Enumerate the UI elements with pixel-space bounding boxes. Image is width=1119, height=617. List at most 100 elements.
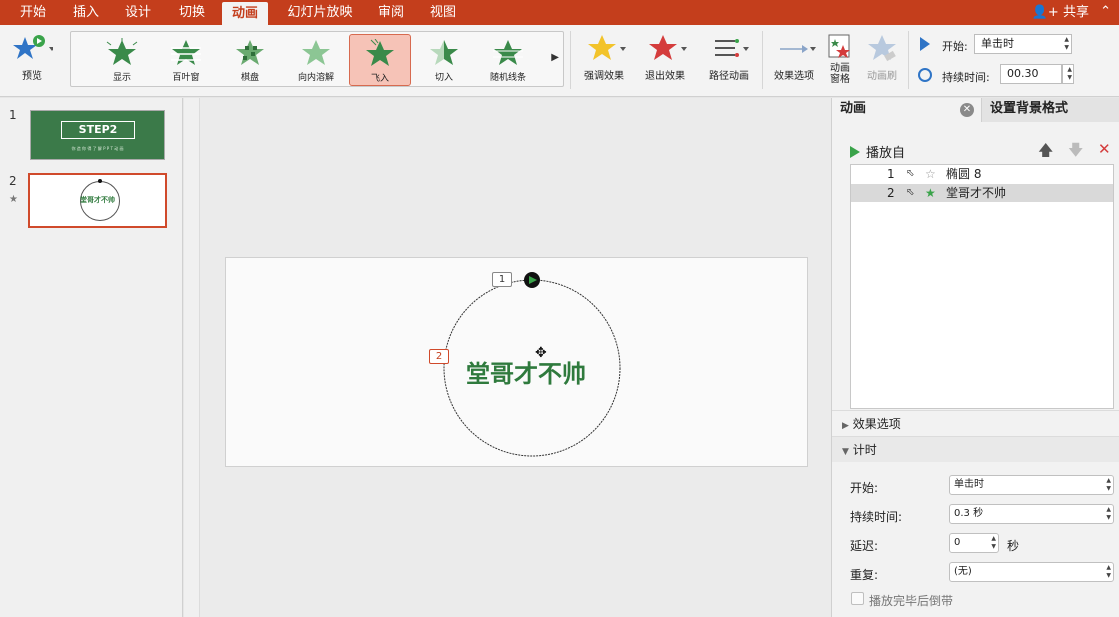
fly-in-star-icon: ★ bbox=[925, 186, 936, 200]
gallery-item-fly-in[interactable]: 飞入 bbox=[349, 34, 411, 86]
slide-thumbnails: 1 STEP2 你 造 你 得 了 解 P P T 动 画 2 ★ 堂哥才不帅 bbox=[0, 98, 183, 617]
animation-gallery: 显示 百叶窗 棋盘 向内溶解 飞入 切入 随机线条 ▶ bbox=[70, 31, 564, 87]
move-down-icon[interactable]: 🡇 bbox=[1068, 140, 1083, 165]
delete-icon[interactable]: ✕ bbox=[1098, 140, 1111, 158]
emphasis-effects-button[interactable]: 强调效果 bbox=[576, 31, 632, 82]
click-cursor-icon: ⬁ bbox=[906, 168, 915, 179]
editor-left-strip bbox=[184, 98, 200, 617]
tab-home[interactable]: 开始 bbox=[8, 0, 58, 25]
animation-pane: 动画 ✕ 设置背景格式 播放自 🡅 🡇 ✕ 1 ⬁ ☆ 椭圆 8 2 ⬁ ★ 堂… bbox=[831, 98, 1119, 617]
play-trigger-icon bbox=[920, 37, 930, 51]
play-icon bbox=[850, 146, 860, 158]
rewind-label: 播放完毕后倒带 bbox=[869, 594, 954, 608]
pane-tab-background-format[interactable]: 设置背景格式 bbox=[981, 98, 1119, 122]
add-person-icon: 👤+ bbox=[1031, 5, 1059, 20]
thumb-number: 1 bbox=[9, 108, 17, 122]
gallery-more-arrow-icon[interactable]: ▶ bbox=[551, 52, 559, 63]
slide-canvas[interactable]: 1 2 堂哥才不帅 ✥ bbox=[225, 257, 808, 467]
appear-star-icon: ☆ bbox=[925, 167, 936, 181]
gallery-item-blinds[interactable]: 百叶窗 bbox=[155, 34, 217, 86]
appear-star-icon bbox=[106, 38, 138, 65]
start-select[interactable]: 单击时 ▲ ▼ bbox=[949, 475, 1114, 495]
rewind-checkbox[interactable] bbox=[851, 592, 864, 605]
thumb-title: STEP2 bbox=[61, 121, 135, 139]
ribbon-separator bbox=[762, 31, 763, 89]
preview-button[interactable]: 预览 bbox=[6, 31, 58, 82]
gallery-item-peek-in[interactable]: 切入 bbox=[413, 34, 475, 86]
preview-star-icon bbox=[6, 31, 58, 67]
gallery-item-random-bars[interactable]: 随机线条 bbox=[477, 34, 539, 86]
tab-view[interactable]: 视图 bbox=[420, 0, 466, 25]
ribbon: 预览 显示 百叶窗 棋盘 向内溶解 飞入 切入 随机线条 ▶ 强调效果 退出效果… bbox=[0, 25, 1119, 97]
ribbon-start-select[interactable]: 单击时 ▲ ▼ bbox=[974, 34, 1072, 54]
click-cursor-icon: ⬁ bbox=[906, 187, 915, 198]
blinds-star-icon bbox=[171, 40, 201, 65]
checkerboard-star-icon bbox=[236, 40, 264, 65]
tab-transitions[interactable]: 切换 bbox=[166, 0, 218, 25]
animation-tag-2[interactable]: 2 bbox=[429, 349, 449, 364]
clock-icon bbox=[918, 68, 932, 82]
delay-unit: 秒 bbox=[1007, 539, 1020, 553]
delay-input[interactable]: 0 ▲ ▼ bbox=[949, 533, 999, 553]
animation-painter-icon bbox=[862, 31, 902, 67]
duration-select[interactable]: 0.3 秒 ▲ ▼ bbox=[949, 504, 1114, 524]
thumb-dot bbox=[98, 179, 102, 183]
ribbon-tab-bar: 开始 插入 设计 切换 动画 幻灯片放映 审阅 视图 👤+ 共享 ⌃ bbox=[0, 0, 1119, 25]
ribbon-duration-label: 持续时间: bbox=[942, 71, 990, 84]
slide-text-box[interactable]: 堂哥才不帅 bbox=[466, 354, 586, 389]
move-cursor-icon: ✥ bbox=[535, 345, 547, 361]
select-arrows-icon: ▲ ▼ bbox=[1106, 506, 1111, 521]
tab-review[interactable]: 审阅 bbox=[368, 0, 414, 25]
slide-editor: 1 2 堂哥才不帅 ✥ bbox=[184, 98, 831, 617]
effect-options-section[interactable]: ▶ 效果选项 bbox=[832, 410, 1119, 436]
select-arrows-icon: ▲ ▼ bbox=[1106, 477, 1111, 492]
start-label: 开始: bbox=[850, 481, 879, 495]
gallery-item-dissolve-in[interactable]: 向内溶解 bbox=[283, 34, 349, 86]
duration-label: 持续时间: bbox=[850, 510, 903, 524]
exit-star-icon bbox=[640, 31, 690, 67]
slide-thumbnail-2[interactable]: 堂哥才不帅 bbox=[28, 173, 167, 228]
exit-effects-button[interactable]: 退出效果 bbox=[640, 31, 690, 82]
ribbon-duration-input[interactable]: 00.30 bbox=[1000, 64, 1062, 84]
ribbon-start-label: 开始: bbox=[942, 40, 968, 53]
effect-options-button[interactable]: 效果选项 bbox=[768, 31, 820, 82]
select-arrows-icon: ▲ ▼ bbox=[1106, 564, 1111, 579]
motion-paths-button[interactable]: 路径动画 bbox=[704, 31, 754, 82]
collapse-ribbon-icon[interactable]: ⌃ bbox=[1100, 4, 1111, 19]
tab-slideshow[interactable]: 幻灯片放映 bbox=[280, 0, 360, 25]
animation-pane-button[interactable]: 动画 窗格 bbox=[822, 31, 858, 85]
timing-section[interactable]: ▼ 计时 bbox=[832, 436, 1119, 462]
share-label: 共享 bbox=[1062, 5, 1089, 20]
move-up-icon[interactable]: 🡅 bbox=[1038, 140, 1053, 165]
animation-tag-1[interactable]: 1 bbox=[492, 272, 512, 287]
ribbon-separator bbox=[908, 31, 909, 89]
arrow-right-icon bbox=[768, 31, 820, 67]
animation-pane-icon bbox=[822, 31, 858, 63]
animation-list: 1 ⬁ ☆ 椭圆 8 2 ⬁ ★ 堂哥才不帅 bbox=[850, 164, 1114, 409]
ribbon-separator bbox=[570, 31, 571, 89]
gallery-item-appear[interactable]: 显示 bbox=[91, 34, 153, 86]
close-icon[interactable]: ✕ bbox=[960, 103, 974, 117]
select-arrows-icon: ▲ ▼ bbox=[1064, 36, 1069, 51]
thumb-text: 堂哥才不帅 bbox=[80, 196, 115, 204]
pane-tab-animation[interactable]: 动画 ✕ bbox=[832, 98, 981, 122]
slide-thumbnail-1[interactable]: STEP2 你 造 你 得 了 解 P P T 动 画 bbox=[30, 110, 165, 160]
thumb-subtitle: 你 造 你 得 了 解 P P T 动 画 bbox=[71, 146, 124, 151]
expanded-arrow-icon: ▼ bbox=[842, 447, 849, 457]
delay-stepper-icon[interactable]: ▲ ▼ bbox=[991, 535, 996, 551]
delay-label: 延迟: bbox=[850, 539, 879, 553]
tab-animations[interactable]: 动画 bbox=[222, 2, 268, 25]
share-button[interactable]: 👤+ 共享 bbox=[1032, 0, 1089, 25]
list-item[interactable]: 1 ⬁ ☆ 椭圆 8 bbox=[851, 165, 1113, 183]
ribbon-duration-stepper[interactable]: ▲ ▼ bbox=[1062, 64, 1074, 84]
tab-insert[interactable]: 插入 bbox=[62, 0, 110, 25]
thumb-number: 2 bbox=[9, 174, 17, 188]
dissolve-star-icon bbox=[302, 40, 330, 65]
list-item[interactable]: 2 ⬁ ★ 堂哥才不帅 bbox=[851, 184, 1113, 202]
play-from-button[interactable]: 播放自 bbox=[850, 142, 905, 161]
gallery-item-checkerboard[interactable]: 棋盘 bbox=[219, 34, 281, 86]
repeat-select[interactable]: (无) ▲ ▼ bbox=[949, 562, 1114, 582]
tab-design[interactable]: 设计 bbox=[114, 0, 162, 25]
repeat-label: 重复: bbox=[850, 568, 879, 582]
animation-painter-button[interactable]: 动画刷 bbox=[862, 31, 902, 82]
